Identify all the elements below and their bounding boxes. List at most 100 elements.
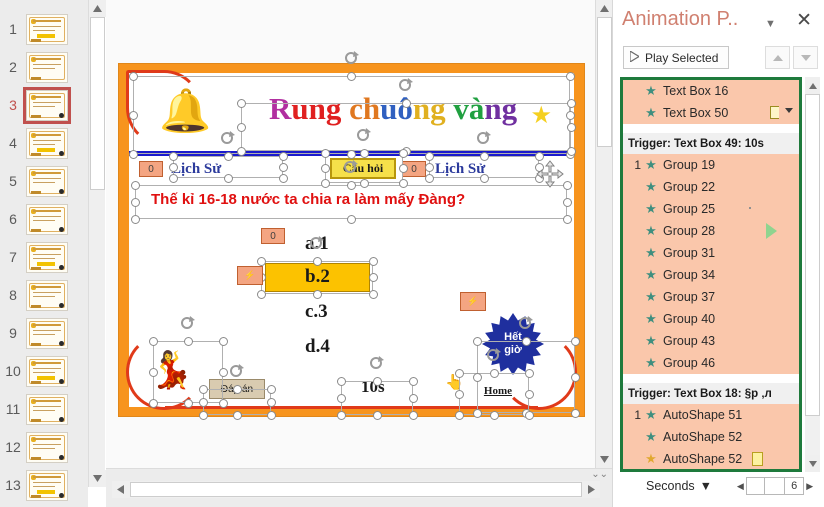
slide-scroll-thumb[interactable] (597, 17, 612, 147)
selection-handle[interactable] (346, 180, 356, 190)
selection-handle[interactable] (359, 148, 369, 158)
animation-item[interactable]: 1 ★ AutoShape 51 (623, 404, 799, 426)
selection-handle[interactable] (223, 151, 233, 161)
slide-thumbnail-7[interactable]: 7 (0, 236, 88, 278)
anim-badge-option-b[interactable]: ⚡ (237, 266, 263, 285)
selection-handle[interactable] (372, 410, 382, 420)
selection-handle[interactable] (148, 367, 158, 377)
selection-handle[interactable] (524, 389, 534, 399)
selection-title-text[interactable] (241, 103, 571, 151)
rotate-handle-icon[interactable] (344, 50, 360, 66)
slide-preview[interactable] (26, 165, 68, 197)
selection-handle[interactable] (320, 163, 330, 173)
rotate-handle-icon[interactable] (518, 315, 534, 331)
seconds-dropdown[interactable]: Seconds ▼ (646, 479, 712, 493)
reorder-up-button[interactable] (765, 46, 790, 69)
anim-scroll-thumb[interactable] (805, 94, 820, 416)
selection-handle[interactable] (368, 273, 378, 282)
selection-handle[interactable] (562, 214, 572, 224)
selection-handle[interactable] (424, 173, 434, 183)
selection-handle[interactable] (183, 336, 193, 346)
selection-handle[interactable] (454, 410, 464, 420)
animation-item[interactable]: 0 ★ AutoShape 52 (623, 426, 799, 448)
selection-handle[interactable] (454, 368, 464, 378)
animation-item[interactable]: 0 ★ AutoShape 52 (623, 448, 799, 469)
selection-question-text[interactable] (135, 185, 567, 219)
anim-scroll-up-icon[interactable] (805, 77, 820, 94)
selection-handle[interactable] (236, 98, 246, 108)
thumbnail-scrollbar[interactable] (88, 0, 106, 487)
rotate-handle-icon[interactable] (309, 235, 325, 251)
slide-thumbnail-9[interactable]: 9 (0, 312, 88, 354)
slide-scroll-up-icon[interactable] (596, 0, 613, 17)
selection-handle[interactable] (130, 180, 140, 190)
selection-handle[interactable] (198, 384, 208, 394)
ruler-tick-0[interactable] (745, 477, 766, 495)
rotate-handle-icon[interactable] (476, 130, 492, 146)
slide-thumbnail-13[interactable]: 13 (0, 464, 88, 506)
close-icon[interactable]: ✕ (796, 11, 812, 30)
animation-list[interactable]: 0 ★ Text Box 16 0 ★ Text Box 50 Trigger: Text … (620, 77, 802, 472)
selection-handle[interactable] (168, 162, 178, 172)
selection-handle[interactable] (570, 372, 580, 382)
selection-handle[interactable] (198, 397, 208, 407)
slide-thumbnail-6[interactable]: 6 (0, 198, 88, 240)
selection-handle[interactable] (521, 336, 531, 346)
rotate-handle-icon[interactable] (398, 77, 414, 93)
play-selected-button[interactable]: Play Selected (623, 46, 730, 69)
selection-handle[interactable] (472, 372, 482, 382)
slide-preview[interactable] (26, 13, 68, 45)
selection-handle[interactable] (183, 398, 193, 408)
slide-preview[interactable] (26, 241, 68, 273)
slide-preview[interactable] (26, 127, 68, 159)
selection-handle[interactable] (278, 173, 288, 183)
selection-handle[interactable] (223, 173, 233, 183)
selection-handle[interactable] (130, 214, 140, 224)
slide-preview[interactable] (26, 469, 68, 501)
selection-handle[interactable] (320, 148, 330, 158)
animation-item[interactable]: 0 ★ Group 31 (623, 242, 799, 264)
animation-duration-bar[interactable] (752, 452, 763, 466)
anim-scroll-down-icon[interactable] (805, 455, 820, 472)
rotate-handle-icon[interactable] (356, 127, 372, 143)
option-d[interactable]: d.4 (305, 336, 330, 358)
slide-preview[interactable] (26, 203, 68, 235)
animation-item-menu-icon[interactable] (785, 108, 793, 113)
selection-handle[interactable] (128, 110, 138, 120)
thumbnail-scroll-thumb[interactable] (90, 17, 105, 190)
selection-handle[interactable] (398, 163, 408, 173)
selection-handle[interactable] (256, 256, 266, 266)
animation-item[interactable]: 0 ★ Group 37 (623, 286, 799, 308)
selection-handle[interactable] (232, 384, 242, 394)
selection-handle[interactable] (359, 178, 369, 188)
animation-item[interactable]: 0 ★ Group 28 (623, 220, 799, 242)
ruler-right-icon[interactable]: ▶ (804, 481, 815, 492)
slide-vertical-scrollbar[interactable] (595, 0, 613, 468)
selection-handle[interactable] (408, 376, 418, 386)
rotate-handle-icon[interactable] (369, 355, 385, 371)
selection-handle[interactable] (336, 376, 346, 386)
rotate-handle-icon[interactable] (180, 315, 196, 331)
option-c[interactable]: c.3 (305, 301, 328, 323)
selection-handle[interactable] (524, 410, 534, 420)
thumbnail-scroll-up-icon[interactable] (89, 0, 106, 17)
selection-home[interactable] (459, 373, 529, 415)
slide-horizontal-scrollbar[interactable] (112, 481, 600, 498)
ruler-tick-1[interactable] (765, 477, 785, 495)
chevron-down-icon[interactable]: ▼ (765, 18, 776, 30)
selection-handle[interactable] (454, 389, 464, 399)
slide-preview[interactable] (23, 86, 71, 124)
selection-handle[interactable] (565, 71, 575, 81)
selection-handle[interactable] (236, 122, 246, 132)
selection-handle[interactable] (562, 197, 572, 207)
hscroll-thumb[interactable] (130, 482, 582, 497)
selection-handle[interactable] (312, 256, 322, 266)
slide-thumbnail-11[interactable]: 11 (0, 388, 88, 430)
animation-item[interactable]: 1 ★ Group 19 (623, 154, 799, 176)
timeline-ruler[interactable]: ◀ 6 ▶ (735, 476, 815, 496)
selection-handle[interactable] (266, 384, 276, 394)
slide-horizontal-scrollbar-area[interactable]: ⌄⌄ (106, 468, 612, 507)
selection-handle[interactable] (320, 178, 330, 188)
selection-handle[interactable] (347, 149, 356, 159)
selection-handle[interactable] (256, 289, 266, 299)
